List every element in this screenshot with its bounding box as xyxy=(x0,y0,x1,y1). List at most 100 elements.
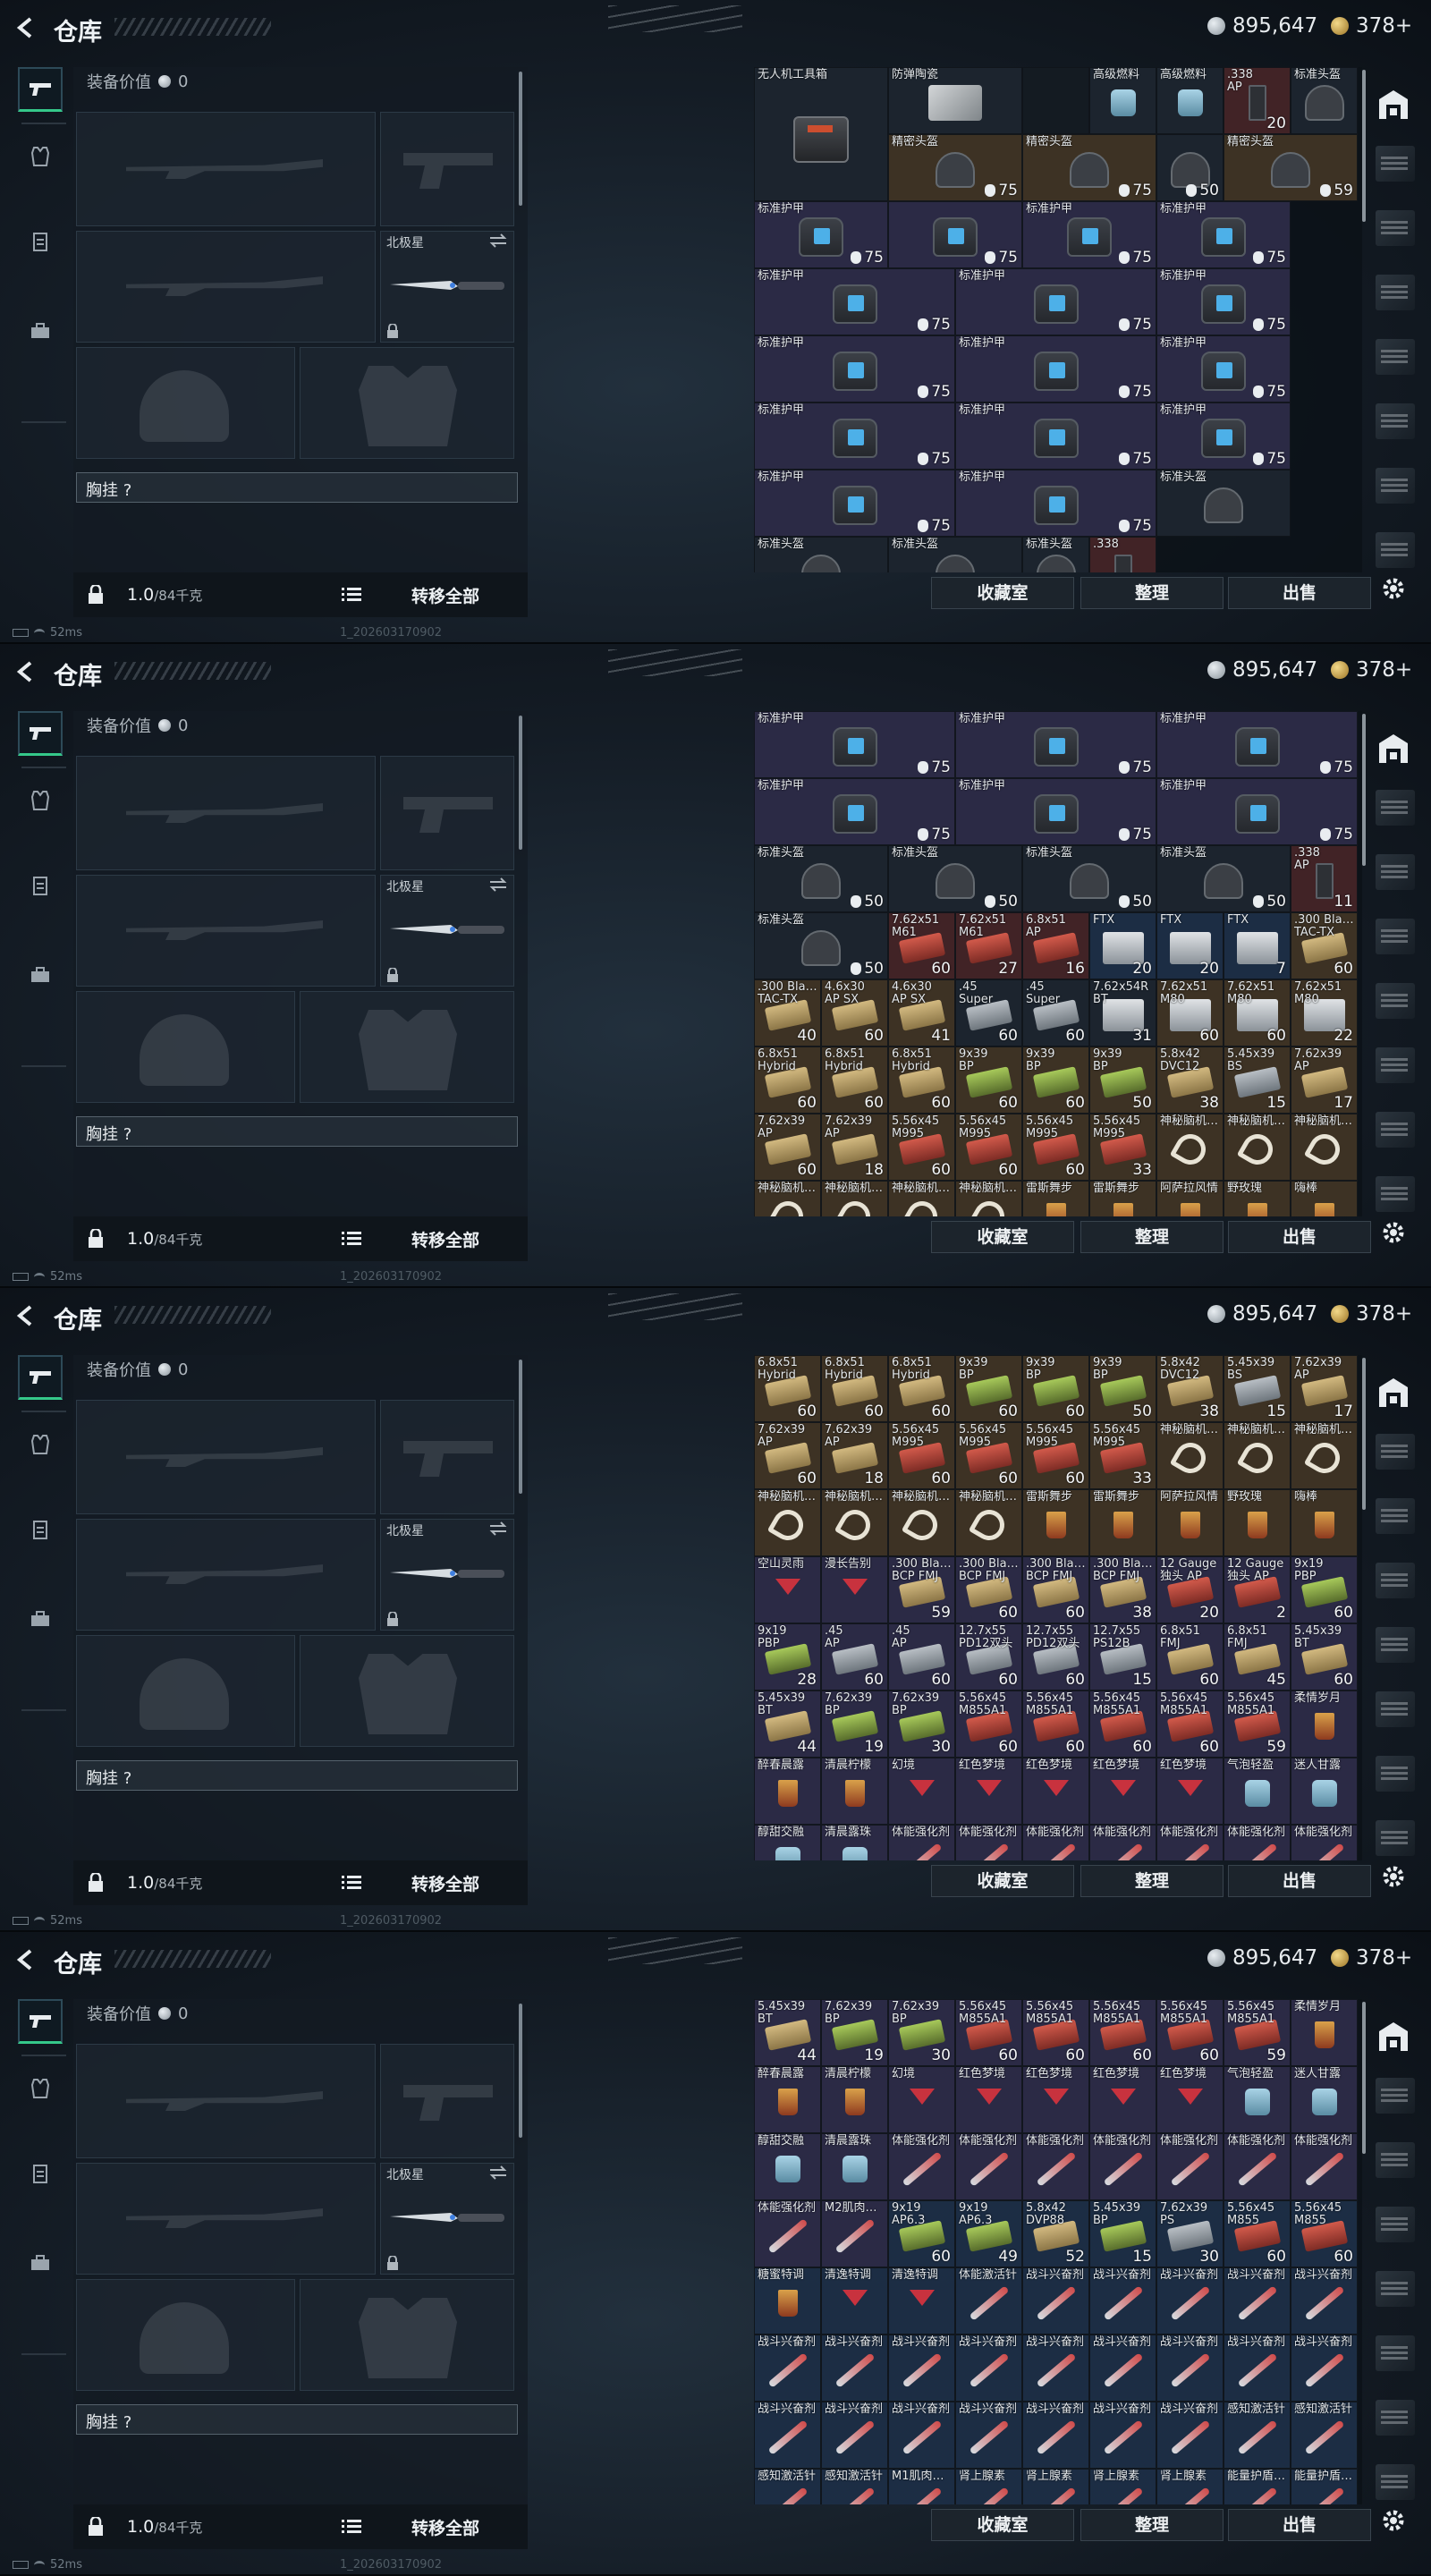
stash-item[interactable]: 标准头盔 xyxy=(1156,470,1291,537)
stash-item[interactable]: 体能强化剂 xyxy=(888,2133,955,2200)
stash-tab-icon[interactable] xyxy=(1376,1820,1415,1856)
melee-slot[interactable]: 北极星 xyxy=(380,2163,514,2275)
stash-item[interactable]: 能量护盾… xyxy=(1291,2469,1358,2504)
stash-item[interactable]: 神秘脑机… xyxy=(754,1489,821,1556)
stash-item[interactable]: 标准护甲 75 xyxy=(754,268,955,335)
stash-item[interactable]: 5.56x45 M995 60 xyxy=(955,1114,1022,1181)
swap-icon[interactable] xyxy=(488,1521,508,1536)
loadout-scrollbar[interactable] xyxy=(519,72,522,206)
stash-item[interactable]: 5.45x39 BT 60 xyxy=(1291,1623,1358,1690)
warehouse-logo-icon[interactable] xyxy=(1374,729,1413,768)
loadout-scrollbar[interactable] xyxy=(519,1360,522,1494)
collection-room-button[interactable]: 收藏室 xyxy=(931,577,1074,609)
list-icon[interactable] xyxy=(342,1875,361,1891)
stash-item[interactable]: FTX 20 xyxy=(1156,912,1224,979)
stash-item[interactable]: 5.56x45 M995 60 xyxy=(888,1422,955,1489)
stash-item[interactable]: .338 AP 11 xyxy=(1291,845,1358,912)
collection-room-button[interactable]: 收藏室 xyxy=(931,1865,1074,1897)
stash-scrollbar[interactable] xyxy=(1362,2002,1366,2154)
stash-tab-icon[interactable] xyxy=(1376,1498,1415,1534)
stash-item[interactable]: 雷斯舞步 xyxy=(1089,1489,1156,1556)
stash-item[interactable]: 9x39 BP 50 xyxy=(1089,1355,1156,1422)
stash-item[interactable]: 5.56x45 M855A1 59 xyxy=(1224,1999,1291,2066)
stash-item[interactable]: .338 xyxy=(1089,537,1156,572)
stash-item[interactable]: .300 Bla… BCP FMJ 38 xyxy=(1089,1556,1156,1623)
stash-item[interactable]: 6.8x51 Hybrid 60 xyxy=(754,1046,821,1114)
rail-weapons-tab[interactable] xyxy=(18,1355,63,1400)
sort-button[interactable]: 整理 xyxy=(1080,1865,1224,1897)
stash-item[interactable]: 柔情岁月 xyxy=(1291,1690,1358,1758)
transfer-all-button[interactable]: 转移全部 xyxy=(411,2515,479,2539)
stash-item[interactable]: 5.45x39 BS 15 xyxy=(1224,1046,1291,1114)
stash-item[interactable]: 精密头盔 75 xyxy=(1022,134,1156,201)
stash-item[interactable]: 标准护甲 75 xyxy=(754,402,955,470)
stash-item[interactable]: 雷斯舞步 xyxy=(1022,1489,1089,1556)
stash-tab-icon[interactable] xyxy=(1376,339,1415,375)
sell-button[interactable]: 出售 xyxy=(1228,1865,1371,1897)
stash-item[interactable]: 能量护盾… xyxy=(1224,2469,1291,2504)
silver-currency[interactable]: 895,647 xyxy=(1207,14,1317,38)
stash-item[interactable]: 5.56x45 M855A1 60 xyxy=(955,1999,1022,2066)
warehouse-logo-icon[interactable] xyxy=(1374,2017,1413,2056)
stash-item[interactable]: 清晨露珠 xyxy=(821,2133,888,2200)
stash-item[interactable]: 红色梦境 xyxy=(1089,2066,1156,2133)
stash-item[interactable]: 标准护甲 75 xyxy=(754,711,955,778)
primary-weapon-slot[interactable] xyxy=(76,2044,376,2158)
sort-button[interactable]: 整理 xyxy=(1080,577,1224,609)
stash-item[interactable]: 体能强化剂 xyxy=(1022,2133,1089,2200)
rail-weapons-tab[interactable] xyxy=(18,711,63,756)
stash-item[interactable]: 7.62x39 AP 18 xyxy=(821,1422,888,1489)
stash-item[interactable]: 9x19 AP6.3 60 xyxy=(888,2200,955,2267)
secondary-weapon-slot[interactable] xyxy=(76,875,376,987)
stash-item[interactable]: 战斗兴奋剂 xyxy=(1156,2267,1224,2334)
stash-item[interactable]: 标准头盔 xyxy=(888,537,1022,572)
silver-currency[interactable]: 895,647 xyxy=(1207,658,1317,682)
back-arrow-icon[interactable] xyxy=(14,1304,38,1327)
stash-item[interactable]: 战斗兴奋剂 xyxy=(1022,2402,1089,2469)
stash-item[interactable]: 糖蜜特调 xyxy=(754,2267,821,2334)
stash-tab-icon[interactable] xyxy=(1376,983,1415,1019)
stash-item[interactable]: 7.62x39 AP 17 xyxy=(1291,1046,1358,1114)
silver-currency[interactable]: 895,647 xyxy=(1207,1946,1317,1970)
stash-item[interactable]: 战斗兴奋剂 xyxy=(888,2402,955,2469)
stash-item[interactable]: 红色梦境 xyxy=(1022,1758,1089,1825)
stash-tab-icon[interactable] xyxy=(1376,1756,1415,1792)
pistol-slot[interactable] xyxy=(380,112,514,226)
stash-item[interactable]: 醉春晨露 xyxy=(754,1758,821,1825)
stash-item[interactable]: 战斗兴奋剂 xyxy=(1089,2267,1156,2334)
stash-item[interactable]: 标准头盔 50 xyxy=(888,845,1022,912)
stash-item[interactable]: 体能强化剂 xyxy=(754,2200,821,2267)
stash-item[interactable]: 6.8x51 Hybrid 60 xyxy=(888,1355,955,1422)
stash-item[interactable]: 肾上腺素 xyxy=(955,2469,1022,2504)
armor-slot[interactable] xyxy=(300,2279,514,2391)
stash-item[interactable]: 嗨棒 xyxy=(1291,1181,1358,1216)
rail-rig-tab[interactable] xyxy=(18,863,63,908)
stash-tab-icon[interactable] xyxy=(1376,1176,1415,1212)
stash-item[interactable]: 迷人甘露 xyxy=(1291,1758,1358,1825)
stash-item[interactable]: 50 xyxy=(1156,134,1224,201)
stash-item[interactable]: 9x39 BP 60 xyxy=(1022,1355,1089,1422)
stash-item[interactable]: 12.7x55 PD12双头 60 xyxy=(1022,1623,1089,1690)
stash-item[interactable]: 战斗兴奋剂 xyxy=(1291,2334,1358,2402)
stash-item[interactable]: .45 AP 60 xyxy=(888,1623,955,1690)
stash-item[interactable]: 12 Gauge 独头 AP 2 xyxy=(1224,1556,1291,1623)
gold-currency[interactable]: 378+ xyxy=(1331,14,1412,38)
helmet-slot[interactable] xyxy=(76,347,295,459)
sort-button[interactable]: 整理 xyxy=(1080,2509,1224,2541)
stash-item[interactable]: 标准护甲 75 xyxy=(1022,201,1156,268)
chest-rig-slot[interactable]: 胸挂 ? xyxy=(76,2404,518,2435)
stash-item[interactable]: 体能强化剂 xyxy=(1089,2133,1156,2200)
stash-item[interactable]: 标准护甲 75 xyxy=(1156,201,1291,268)
stash-item[interactable]: 战斗兴奋剂 xyxy=(1156,2334,1224,2402)
stash-item[interactable]: 战斗兴奋剂 xyxy=(1291,2267,1358,2334)
stash-item[interactable]: 红色梦境 xyxy=(955,2066,1022,2133)
stash-tab-icon[interactable] xyxy=(1376,210,1415,246)
stash-item[interactable]: 标准护甲 75 xyxy=(1156,402,1291,470)
rail-armor-tab[interactable] xyxy=(18,134,63,179)
stash-item[interactable]: 幻境 xyxy=(888,2066,955,2133)
stash-item[interactable]: 神秘脑机… xyxy=(1291,1114,1358,1181)
sort-button[interactable]: 整理 xyxy=(1080,1221,1224,1253)
stash-item[interactable]: 阿萨拉风情 xyxy=(1156,1181,1224,1216)
stash-tab-icon[interactable] xyxy=(1376,1627,1415,1663)
stash-item[interactable]: 肾上腺素 xyxy=(1022,2469,1089,2504)
